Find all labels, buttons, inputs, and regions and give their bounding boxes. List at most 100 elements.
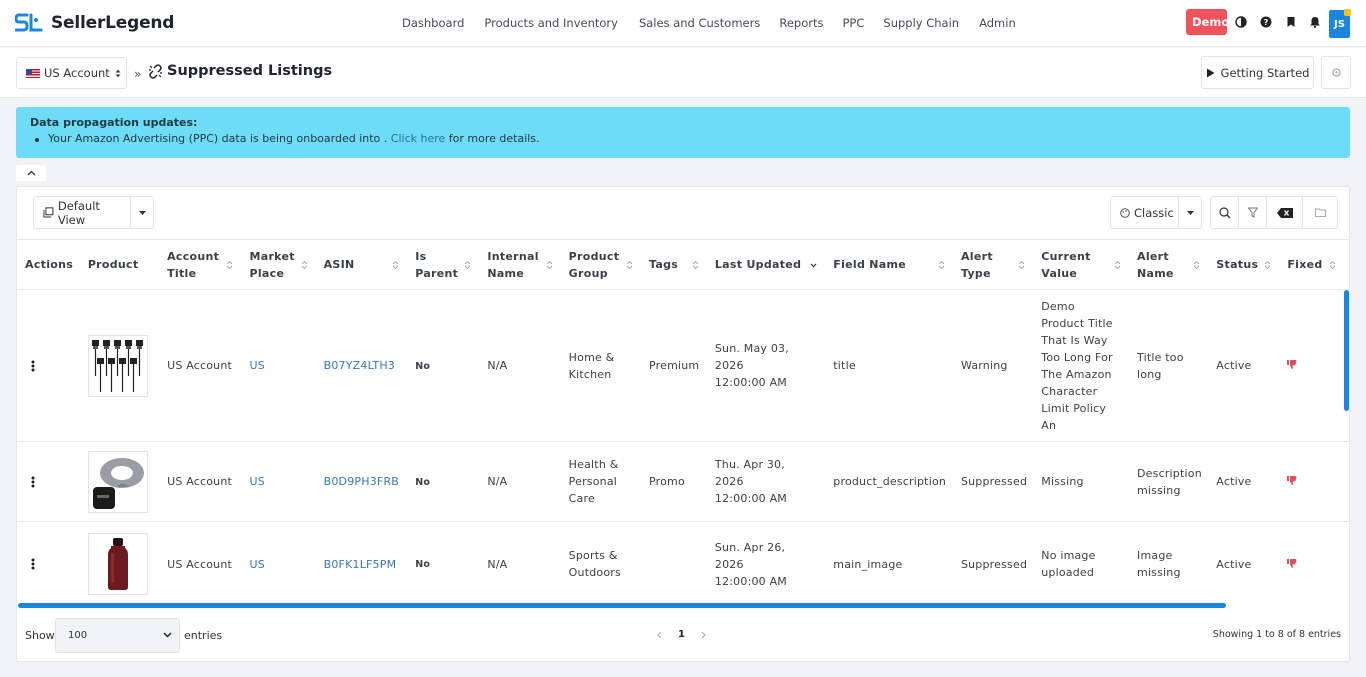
caret-down-icon xyxy=(1186,210,1194,215)
asin-link[interactable]: B0D9PH3FRB xyxy=(324,475,399,488)
nav-item-reports[interactable]: Reports xyxy=(779,16,823,30)
cell-account-title: US Account xyxy=(159,441,242,522)
thumbs-down-icon[interactable] xyxy=(1287,360,1297,369)
column-header-field-name[interactable]: Field Name xyxy=(825,239,953,290)
cell-is-parent: No xyxy=(407,289,480,442)
view-dropdown-toggle[interactable] xyxy=(131,210,153,215)
row-actions-icon[interactable] xyxy=(31,558,35,570)
product-thumbnail[interactable] xyxy=(87,334,148,397)
help-icon[interactable]: ? xyxy=(1260,16,1272,28)
sort-icon xyxy=(546,260,553,269)
cell-product-group: Health & Personal Care xyxy=(560,441,641,522)
cell-actions xyxy=(17,289,80,442)
horizontal-scrollbar[interactable] xyxy=(18,603,1226,608)
demo-badge[interactable]: Demo xyxy=(1186,9,1229,35)
view-selector[interactable]: Default View xyxy=(33,196,154,229)
palette-icon xyxy=(1120,207,1130,218)
entries-per-page-select[interactable]: 100 xyxy=(55,618,180,653)
column-header-market-place[interactable]: Market Place xyxy=(241,239,316,290)
column-header-alert-name[interactable]: Alert Name xyxy=(1129,239,1209,290)
cell-is-parent: No xyxy=(407,521,480,604)
sort-desc-icon xyxy=(810,263,817,267)
theme-toggle-icon[interactable] xyxy=(1235,16,1247,28)
play-icon xyxy=(1206,68,1215,77)
thumbs-down-icon[interactable] xyxy=(1287,476,1297,485)
column-header-alert-type[interactable]: Alert Type xyxy=(952,239,1034,290)
entries-label: entries xyxy=(184,629,223,642)
sort-icon xyxy=(1329,260,1336,269)
mode-dropdown-toggle[interactable] xyxy=(1179,197,1201,228)
listings-table-container[interactable]: Actions Product Account Title Market Place A… xyxy=(17,239,1349,604)
column-header-explar: Explar xyxy=(1344,239,1349,290)
marketplace-link[interactable]: US xyxy=(249,558,264,571)
page-number[interactable]: 1 xyxy=(678,629,685,640)
row-actions-icon[interactable] xyxy=(31,476,35,488)
column-header-account-title[interactable]: Account Title xyxy=(159,239,242,290)
vertical-scrollbar[interactable] xyxy=(1344,290,1349,411)
asin-link[interactable]: B07YZ4LTH3 xyxy=(324,359,395,372)
sort-icon xyxy=(392,260,399,269)
column-header-asin[interactable]: ASIN xyxy=(315,239,408,290)
table-tools xyxy=(1210,196,1338,229)
bell-icon[interactable] xyxy=(1309,16,1321,28)
account-selector[interactable]: US Account xyxy=(16,57,127,89)
marketplace-link[interactable]: US xyxy=(249,359,264,372)
cell-asin: B0D9PH3FRB xyxy=(315,441,408,522)
cell-fixed xyxy=(1279,289,1345,442)
sort-icon xyxy=(464,260,471,269)
column-header-tags[interactable]: Tags xyxy=(640,239,707,290)
column-header-is-parent[interactable]: Is Parent xyxy=(407,239,480,290)
cell-explanation: Produ descr missin xyxy=(1344,441,1349,522)
product-thumbnail[interactable] xyxy=(87,533,148,595)
page-settings-button[interactable] xyxy=(1321,56,1351,89)
clear-filters-button[interactable] xyxy=(1267,197,1303,228)
cell-asin: B0FK1LF5PM xyxy=(315,521,408,604)
cell-marketplace: US xyxy=(241,521,316,604)
column-header-product-group[interactable]: Product Group xyxy=(560,239,641,290)
default-view-button[interactable]: Default View xyxy=(34,197,131,228)
sellerlegend-logo-icon xyxy=(15,13,43,32)
cell-internal-name: N/A xyxy=(479,521,561,604)
column-header-current-value[interactable]: Current Value xyxy=(1033,239,1130,290)
column-header-fixed[interactable]: Fixed xyxy=(1279,239,1345,290)
cell-internal-name: N/A xyxy=(479,289,561,442)
logo[interactable]: SellerLegend xyxy=(15,11,174,35)
filter-button[interactable] xyxy=(1239,197,1267,228)
column-header-internal-name[interactable]: Internal Name xyxy=(479,239,561,290)
cell-field-name: product_description xyxy=(825,441,953,522)
product-image-water-bottle xyxy=(107,538,128,590)
product-thumbnail[interactable] xyxy=(87,450,148,513)
nav-item-products-and-inventory[interactable]: Products and Inventory xyxy=(484,16,618,30)
bookmark-icon[interactable] xyxy=(1285,16,1297,28)
cell-product xyxy=(79,289,160,442)
column-header-actions: Actions xyxy=(17,239,80,290)
filter-icon xyxy=(1247,207,1258,218)
column-header-last-updated[interactable]: Last Updated xyxy=(706,239,826,290)
search-button[interactable] xyxy=(1211,197,1239,228)
mode-selector[interactable]: Classic xyxy=(1110,196,1202,229)
thumbs-down-icon[interactable] xyxy=(1287,558,1297,568)
sort-icon xyxy=(1193,260,1200,269)
nav-item-supply-chain[interactable]: Supply Chain xyxy=(883,16,959,30)
row-actions-icon[interactable] xyxy=(31,360,35,372)
next-page-icon[interactable] xyxy=(701,631,706,639)
folder-button[interactable] xyxy=(1303,197,1337,228)
nav-item-admin[interactable]: Admin xyxy=(979,16,1016,30)
cell-last-updated: Thu. Apr 30, 2026 12:00:00 AM xyxy=(706,441,826,522)
alert-click-here-link[interactable]: Click here xyxy=(391,132,446,145)
user-avatar[interactable]: JS xyxy=(1329,9,1351,38)
nav-item-dashboard[interactable]: Dashboard xyxy=(402,16,464,30)
marketplace-link[interactable]: US xyxy=(249,475,264,488)
nav-item-sales-and-customers[interactable]: Sales and Customers xyxy=(639,16,760,30)
data-propagation-alert: Data propagation updates: Your Amazon Ad… xyxy=(16,107,1350,158)
cell-marketplace: US xyxy=(241,441,316,522)
previous-page-icon[interactable] xyxy=(657,631,662,639)
nav-item-ppc[interactable]: PPC xyxy=(842,16,864,30)
getting-started-button[interactable]: Getting Started xyxy=(1201,56,1314,89)
pagination: 1 xyxy=(657,629,706,640)
asin-link[interactable]: B0FK1LF5PM xyxy=(324,558,397,571)
cell-product-group: Sports & Outdoors xyxy=(560,521,641,604)
column-header-status[interactable]: Status xyxy=(1208,239,1280,290)
collapse-toggle[interactable] xyxy=(16,165,46,181)
classic-mode-button[interactable]: Classic xyxy=(1111,197,1179,228)
